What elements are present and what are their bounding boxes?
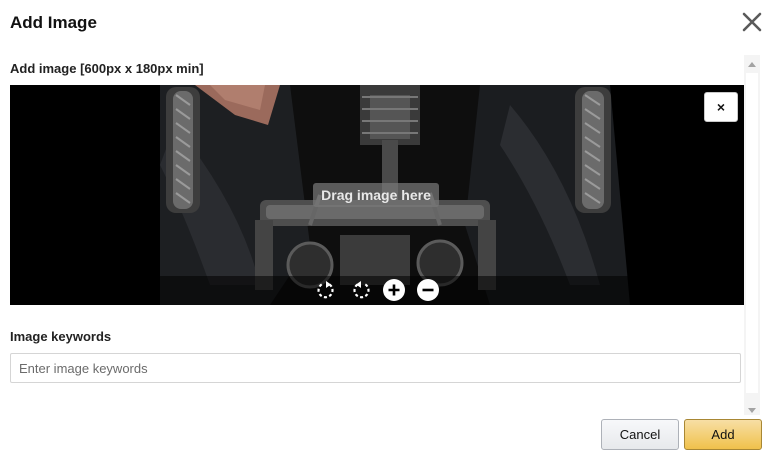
image-label: Add image [600px x 180px min] — [10, 61, 204, 76]
cancel-button[interactable]: Cancel — [601, 419, 679, 450]
remove-image-button[interactable]: × — [704, 92, 738, 122]
drag-image-hint: Drag image here — [313, 183, 439, 207]
image-crop-area[interactable]: × Drag image here — [10, 85, 744, 305]
rotate-left-icon[interactable] — [349, 278, 373, 302]
scroll-down-arrow-icon[interactable] — [748, 408, 756, 413]
keywords-label: Image keywords — [10, 329, 112, 344]
add-image-dialog: Add Image Add image [600px x 180px min] — [0, 0, 772, 460]
scroll-thumb[interactable] — [746, 73, 758, 393]
zoom-out-icon[interactable] — [416, 278, 440, 302]
close-icon[interactable] — [738, 8, 766, 36]
rotate-right-icon[interactable] — [314, 278, 338, 302]
keywords-input[interactable] — [10, 353, 741, 383]
dialog-title: Add Image — [10, 13, 97, 32]
content-scrollbar[interactable] — [744, 55, 760, 415]
zoom-in-icon[interactable] — [382, 278, 406, 302]
image-toolbar — [10, 276, 744, 305]
add-button[interactable]: Add — [684, 419, 762, 450]
scroll-up-arrow-icon[interactable] — [748, 62, 756, 67]
dialog-content: Add image [600px x 180px min] × Drag ima… — [0, 52, 744, 412]
